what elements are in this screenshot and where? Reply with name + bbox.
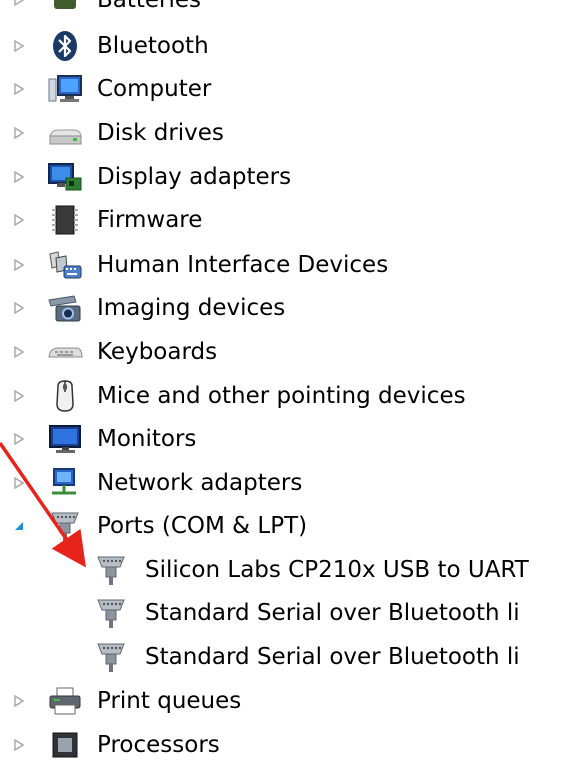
network-adapter-icon bbox=[46, 465, 84, 501]
expand-arrow-icon[interactable] bbox=[12, 39, 26, 53]
tree-item-network-adapters[interactable]: Network adapters bbox=[0, 461, 571, 504]
tree-item-print-queues[interactable]: Print queues bbox=[0, 679, 571, 722]
tree-item-batteries[interactable]: Batteries bbox=[0, 0, 571, 21]
tree-item-bluetooth[interactable]: Bluetooth bbox=[0, 24, 571, 67]
expand-arrow-icon[interactable] bbox=[12, 694, 26, 708]
expand-arrow-icon[interactable] bbox=[12, 345, 26, 359]
expand-arrow-icon[interactable] bbox=[12, 432, 26, 446]
tree-item-label: Mice and other pointing devices bbox=[97, 382, 466, 409]
port-icon bbox=[92, 639, 130, 675]
tree-item-mice[interactable]: Mice and other pointing devices bbox=[0, 374, 571, 417]
collapse-arrow-icon[interactable] bbox=[12, 519, 26, 533]
battery-icon bbox=[46, 0, 84, 18]
tree-item-label: Keyboards bbox=[97, 338, 218, 365]
camera-icon bbox=[46, 290, 84, 326]
disk-drive-icon bbox=[46, 115, 84, 151]
computer-icon bbox=[46, 71, 84, 107]
tree-item-disk-drives[interactable]: Disk drives bbox=[0, 111, 571, 154]
expand-arrow-icon[interactable] bbox=[12, 301, 26, 315]
port-icon bbox=[46, 508, 84, 544]
tree-item-imaging-devices[interactable]: Imaging devices bbox=[0, 286, 571, 329]
tree-item-label: Human Interface Devices bbox=[97, 251, 389, 278]
tree-item-firmware[interactable]: Firmware bbox=[0, 198, 571, 241]
tree-item-label: Bluetooth bbox=[97, 32, 209, 59]
expand-arrow-icon[interactable] bbox=[12, 0, 26, 7]
expand-arrow-icon[interactable] bbox=[12, 213, 26, 227]
tree-item-ports[interactable]: Ports (COM & LPT) bbox=[0, 504, 571, 547]
tree-item-silicon-labs-cp210x[interactable]: Silicon Labs CP210x USB to UART bbox=[0, 548, 571, 591]
tree-item-label: Monitors bbox=[97, 425, 197, 452]
tree-item-monitors[interactable]: Monitors bbox=[0, 417, 571, 460]
tree-item-human-interface-devices[interactable]: Human Interface Devices bbox=[0, 243, 571, 286]
tree-item-label: Ports (COM & LPT) bbox=[97, 512, 308, 539]
device-tree: Batteries Bluetooth Compute bbox=[0, 0, 571, 761]
tree-item-label: Batteries bbox=[97, 0, 201, 15]
printer-icon bbox=[46, 683, 84, 719]
tree-item-label: Computer bbox=[97, 75, 212, 102]
mouse-icon bbox=[46, 378, 84, 414]
expand-arrow-icon[interactable] bbox=[12, 476, 26, 490]
port-icon bbox=[92, 595, 130, 631]
expand-arrow-icon[interactable] bbox=[12, 126, 26, 140]
tree-item-label: Silicon Labs CP210x USB to UART bbox=[145, 556, 529, 583]
tree-item-label: Print queues bbox=[97, 687, 242, 714]
tree-item-display-adapters[interactable]: Display adapters bbox=[0, 155, 571, 198]
expand-arrow-icon[interactable] bbox=[12, 258, 26, 272]
tree-item-label: Imaging devices bbox=[97, 294, 286, 321]
tree-item-standard-serial-bluetooth-1[interactable]: Standard Serial over Bluetooth li bbox=[0, 591, 571, 634]
tree-item-label: Processors bbox=[97, 731, 220, 758]
expand-arrow-icon[interactable] bbox=[12, 389, 26, 403]
firmware-icon bbox=[46, 202, 84, 238]
monitor-icon bbox=[46, 421, 84, 457]
port-icon bbox=[92, 552, 130, 588]
expand-arrow-icon[interactable] bbox=[12, 82, 26, 96]
tree-item-computer[interactable]: Computer bbox=[0, 67, 571, 110]
tree-item-label: Standard Serial over Bluetooth li bbox=[145, 599, 520, 626]
hid-icon bbox=[46, 247, 84, 283]
tree-item-label: Display adapters bbox=[97, 163, 292, 190]
tree-item-standard-serial-bluetooth-2[interactable]: Standard Serial over Bluetooth li bbox=[0, 635, 571, 678]
tree-item-label: Network adapters bbox=[97, 469, 303, 496]
display-adapter-icon bbox=[46, 159, 84, 195]
bluetooth-icon bbox=[46, 28, 84, 64]
tree-item-processors[interactable]: Processors bbox=[0, 723, 571, 766]
processor-icon bbox=[46, 727, 84, 763]
tree-item-label: Firmware bbox=[97, 206, 203, 233]
tree-item-keyboards[interactable]: Keyboards bbox=[0, 330, 571, 373]
expand-arrow-icon[interactable] bbox=[12, 170, 26, 184]
expand-arrow-icon[interactable] bbox=[12, 738, 26, 752]
tree-item-label: Disk drives bbox=[97, 119, 224, 146]
keyboard-icon bbox=[46, 334, 84, 370]
tree-item-label: Standard Serial over Bluetooth li bbox=[145, 643, 520, 670]
